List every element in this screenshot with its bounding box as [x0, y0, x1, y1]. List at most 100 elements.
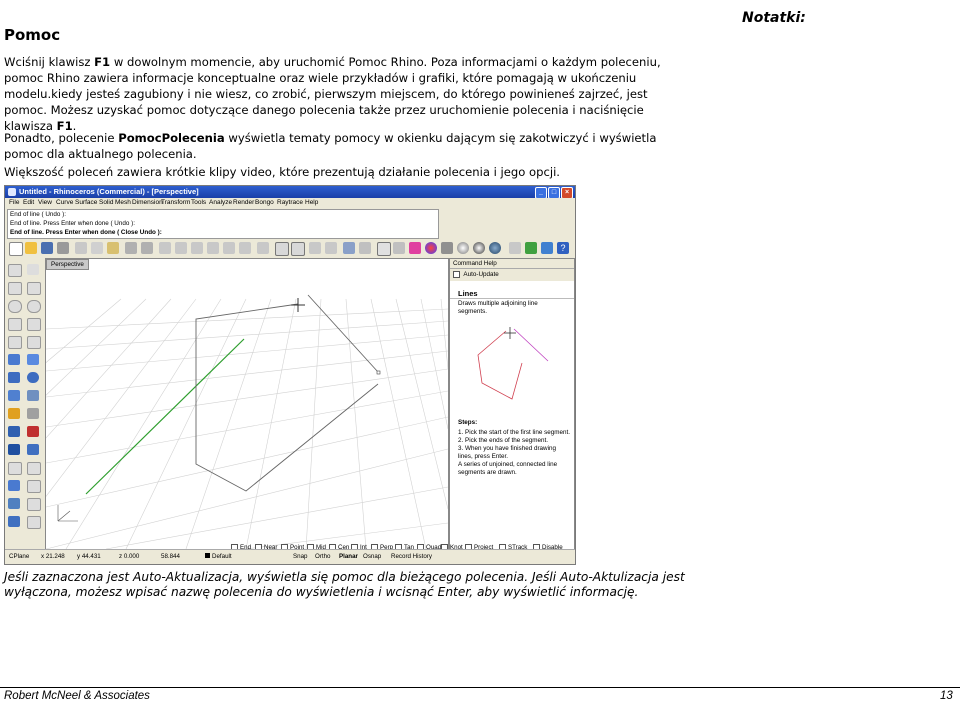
zoom-icon[interactable]: [191, 242, 203, 254]
rendered-icon[interactable]: [409, 242, 421, 254]
raytrace-icon[interactable]: [489, 242, 501, 254]
command-area[interactable]: End of line ( Undo ): End of line. Press…: [7, 209, 439, 239]
extrude-icon[interactable]: [8, 372, 20, 383]
join-icon[interactable]: [8, 426, 20, 437]
point-icon[interactable]: [27, 264, 39, 275]
menu-surface[interactable]: Surface: [75, 198, 97, 208]
viewport-canvas[interactable]: [46, 259, 448, 549]
arc-icon[interactable]: [27, 300, 41, 313]
status-osnap[interactable]: Osnap: [363, 553, 381, 560]
rotate-view-icon[interactable]: [175, 242, 187, 254]
freeform-icon[interactable]: [27, 336, 41, 349]
help-illustration: [477, 327, 549, 400]
color-wheel-icon[interactable]: [425, 242, 437, 254]
menu-raytrace[interactable]: Raytrace: [277, 198, 303, 208]
layer-icon[interactable]: [343, 242, 355, 254]
steps-heading: Steps:: [458, 419, 478, 426]
grips-icon[interactable]: [325, 242, 337, 254]
rhino-window-title: Untitled - Rhinoceros (Commercial) - [Pe…: [19, 187, 199, 196]
zoom-selected-icon[interactable]: [239, 242, 251, 254]
curve-icon[interactable]: [27, 282, 41, 295]
wireframe-icon[interactable]: [377, 242, 391, 256]
menu-file[interactable]: File: [9, 198, 19, 208]
render-preview-icon[interactable]: [473, 242, 485, 254]
undo-icon[interactable]: [125, 242, 137, 254]
properties-icon[interactable]: [359, 242, 371, 254]
fillet-icon[interactable]: [27, 408, 39, 419]
grid-icon[interactable]: [291, 242, 305, 256]
select-arrow-icon[interactable]: [8, 264, 22, 277]
render-sphere-icon[interactable]: [457, 242, 469, 254]
footer-divider: [0, 687, 960, 688]
status-layer[interactable]: Default: [205, 553, 232, 560]
menu-bongo[interactable]: Bongo: [255, 198, 274, 208]
open-icon[interactable]: [25, 242, 37, 254]
point-marker: [376, 370, 381, 375]
menu-dimension[interactable]: Dimension: [132, 198, 163, 208]
command-help-panel: Command Help Auto-Update Lines Draws mul…: [449, 258, 575, 550]
new-icon[interactable]: [9, 242, 23, 256]
command-prompt[interactable]: End of line. Press Enter when done ( Clo…: [8, 228, 438, 237]
menu-analyze[interactable]: Analyze: [209, 198, 232, 208]
options-icon[interactable]: [509, 242, 521, 254]
status-snap[interactable]: Snap: [293, 553, 307, 560]
perspective-viewport[interactable]: Perspective: [45, 258, 449, 550]
status-record-history[interactable]: Record History: [391, 553, 432, 560]
analyze-icon[interactable]: [27, 516, 41, 529]
mirror-icon[interactable]: [27, 498, 41, 511]
help-icon[interactable]: ?: [557, 242, 569, 254]
four-viewports-icon[interactable]: [275, 242, 289, 256]
move-icon[interactable]: [8, 462, 22, 475]
surface-icon[interactable]: [8, 354, 20, 365]
copy-object-icon[interactable]: [27, 462, 41, 475]
print-icon[interactable]: [57, 242, 69, 254]
redo-icon[interactable]: [141, 242, 153, 254]
menu-transform[interactable]: Transform: [161, 198, 190, 208]
text-icon[interactable]: [8, 516, 20, 527]
boolean-icon[interactable]: [8, 408, 20, 419]
rectangle-icon[interactable]: [27, 318, 41, 331]
auto-update-row[interactable]: Auto-Update: [450, 269, 574, 281]
update-icon[interactable]: [541, 242, 553, 254]
split-icon[interactable]: [8, 444, 20, 455]
status-planar[interactable]: Planar: [339, 553, 358, 560]
circle-icon[interactable]: [8, 300, 22, 313]
viewport-title[interactable]: Perspective: [46, 259, 89, 270]
menu-help[interactable]: Help: [305, 198, 318, 208]
ellipse-icon[interactable]: [8, 318, 22, 331]
zoom-extents-icon[interactable]: [223, 242, 235, 254]
zoom-window-icon[interactable]: [207, 242, 219, 254]
light-icon[interactable]: [441, 242, 453, 254]
polygon-icon[interactable]: [8, 336, 22, 349]
save-icon[interactable]: [41, 242, 53, 254]
pan-icon[interactable]: [159, 242, 171, 254]
help-divider: [450, 298, 574, 299]
plugin-icon[interactable]: [525, 242, 537, 254]
box-icon[interactable]: [8, 390, 20, 401]
explode-icon[interactable]: [27, 444, 39, 455]
array-icon[interactable]: [8, 480, 20, 491]
mesh-icon[interactable]: [27, 390, 39, 401]
status-ortho[interactable]: Ortho: [315, 553, 330, 560]
trim-icon[interactable]: [27, 426, 39, 437]
menu-edit[interactable]: Edit: [23, 198, 34, 208]
paste-icon[interactable]: [107, 242, 119, 254]
auto-update-checkbox[interactable]: [453, 270, 460, 278]
shaded-icon[interactable]: [393, 242, 405, 254]
menu-curve[interactable]: Curve: [56, 198, 73, 208]
menu-tools[interactable]: Tools: [191, 198, 206, 208]
undo-view-icon[interactable]: [257, 242, 269, 254]
menu-render[interactable]: Render: [233, 198, 254, 208]
dimension-icon[interactable]: [8, 498, 20, 509]
menu-mesh[interactable]: Mesh: [115, 198, 131, 208]
status-cplane[interactable]: CPlane: [9, 553, 29, 560]
cut-icon[interactable]: [75, 242, 87, 254]
scale-icon[interactable]: [27, 480, 41, 493]
copy-icon[interactable]: [91, 242, 103, 254]
menu-view[interactable]: View: [38, 198, 52, 208]
surface-edge-icon[interactable]: [27, 354, 39, 365]
select-all-icon[interactable]: [309, 242, 321, 254]
polyline-icon[interactable]: [8, 282, 22, 295]
menu-solid[interactable]: Solid: [99, 198, 113, 208]
sphere-icon[interactable]: [27, 372, 39, 383]
